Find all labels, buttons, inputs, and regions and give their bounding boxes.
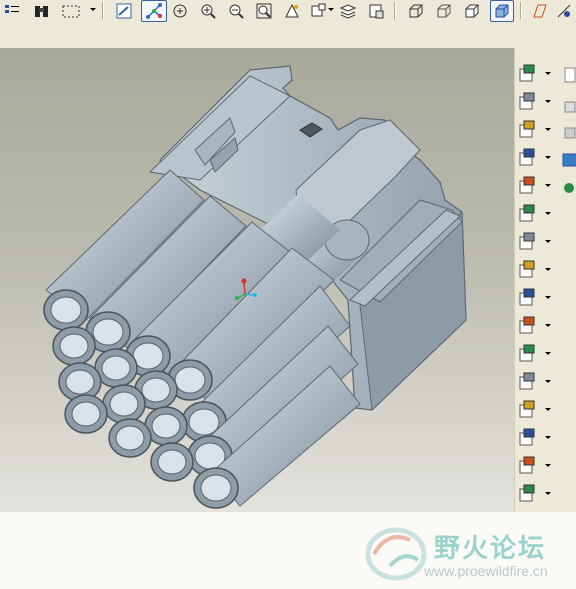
watermark-logo <box>365 527 427 581</box>
tube <box>52 326 96 366</box>
mirror-icon[interactable] <box>517 314 539 336</box>
spin-center-icon[interactable] <box>141 0 167 22</box>
chevron-down-icon[interactable] <box>545 128 551 131</box>
chevron-down-icon[interactable] <box>545 352 551 355</box>
setup-view-icon[interactable] <box>366 1 386 20</box>
chevron-down-icon[interactable] <box>545 212 551 215</box>
chevron-down-icon[interactable] <box>545 184 551 187</box>
tube <box>108 418 152 458</box>
right-toolbar <box>514 48 576 512</box>
chevron-down-icon[interactable] <box>545 408 551 411</box>
tube <box>150 442 194 482</box>
binoculars-icon[interactable] <box>32 1 52 20</box>
orient-icon[interactable] <box>170 1 190 20</box>
reorient-icon[interactable] <box>282 1 302 20</box>
chevron-down-icon[interactable] <box>545 380 551 383</box>
hidden-line-icon[interactable] <box>434 1 454 20</box>
chevron-down-icon[interactable] <box>328 8 334 11</box>
chevron-down-icon[interactable] <box>545 100 551 103</box>
bend-icon[interactable] <box>517 342 539 364</box>
chevron-down-icon[interactable] <box>90 8 96 11</box>
shading-icon[interactable] <box>490 0 514 22</box>
graphics-window[interactable] <box>0 48 514 512</box>
chevron-down-icon[interactable] <box>545 324 551 327</box>
layers-icon[interactable] <box>338 1 358 20</box>
round-icon[interactable] <box>517 146 539 168</box>
chevron-down-icon[interactable] <box>545 156 551 159</box>
unbend-icon[interactable] <box>517 370 539 392</box>
extrude-wall-icon[interactable] <box>517 174 539 196</box>
pattern-icon[interactable] <box>517 286 539 308</box>
top-toolbar <box>0 0 576 23</box>
edit-icon[interactable] <box>517 230 539 252</box>
right-toolbar-secondary-column <box>561 62 576 532</box>
refit-icon[interactable] <box>254 1 274 20</box>
chevron-down-icon[interactable] <box>545 464 551 467</box>
sketch-icon[interactable] <box>517 258 539 280</box>
toolbar-strip <box>0 22 576 48</box>
zoom-in-icon[interactable] <box>198 1 218 20</box>
saved-views-icon[interactable] <box>308 1 328 20</box>
select-box-icon[interactable] <box>60 1 88 20</box>
chevron-down-icon[interactable] <box>545 492 551 495</box>
chevron-down-icon[interactable] <box>545 436 551 439</box>
rip-icon[interactable] <box>517 426 539 448</box>
chevron-down-icon[interactable] <box>545 296 551 299</box>
watermark-url: www.proewildfire.cn <box>424 563 548 579</box>
tube <box>64 394 108 434</box>
watermark-chinese: 野火论坛 <box>434 534 547 564</box>
repaint-icon[interactable] <box>114 1 134 20</box>
unfold-icon[interactable] <box>517 482 539 504</box>
datum-point-icon[interactable] <box>517 202 539 224</box>
datum-plane-icon[interactable] <box>530 1 550 20</box>
zoom-out-icon[interactable] <box>226 1 246 20</box>
tube <box>102 384 146 424</box>
flat-pattern-icon[interactable] <box>517 62 539 84</box>
form-icon[interactable] <box>517 398 539 420</box>
tube-array <box>43 169 370 509</box>
datum-axis-icon[interactable] <box>554 1 574 20</box>
wireframe-icon[interactable] <box>406 1 426 20</box>
list-icon[interactable] <box>2 1 22 20</box>
chevron-down-icon[interactable] <box>545 240 551 243</box>
chevron-down-icon[interactable] <box>545 268 551 271</box>
no-hidden-icon[interactable] <box>462 1 482 20</box>
hole-icon[interactable] <box>517 118 539 140</box>
corner-relief-icon[interactable] <box>517 454 539 476</box>
sketched-wall-icon[interactable] <box>517 90 539 112</box>
chevron-down-icon[interactable] <box>545 72 551 75</box>
connector-model[interactable] <box>0 48 514 512</box>
